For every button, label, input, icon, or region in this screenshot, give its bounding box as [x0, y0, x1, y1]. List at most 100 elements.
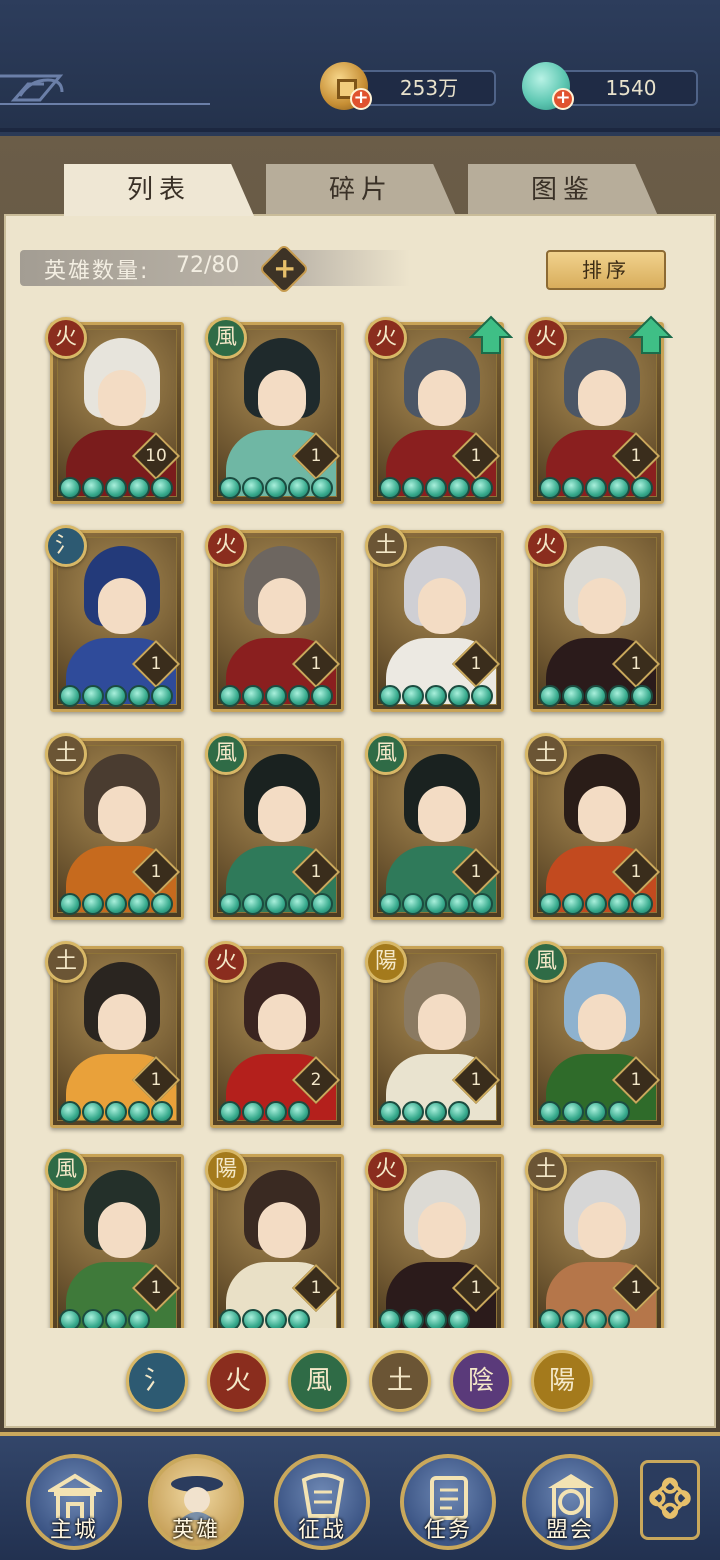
- hero-card[interactable]: 氵1: [45, 525, 184, 712]
- jade-star-icon: [265, 1309, 287, 1328]
- element-filter-5[interactable]: 陰: [450, 1350, 512, 1412]
- jade-star-icon: [105, 685, 127, 707]
- upgrade-arrow-icon: [469, 315, 513, 354]
- add-copper-icon[interactable]: +: [350, 88, 372, 110]
- nav-label: 盟会: [545, 1518, 594, 1543]
- hero-stars: [219, 685, 333, 711]
- jade-star-icon: [311, 893, 333, 915]
- jade-star-icon: [242, 1101, 264, 1123]
- hero-card[interactable]: 土1: [525, 1149, 664, 1328]
- nav-item-3[interactable]: 征战: [274, 1454, 370, 1550]
- jade-star-icon: [265, 685, 287, 707]
- element-badge: 土: [45, 941, 87, 983]
- hero-card[interactable]: 陽1: [205, 1149, 344, 1328]
- jade-star-icon: [425, 685, 447, 707]
- hero-card[interactable]: 火1: [205, 525, 344, 712]
- menu-knot-icon: [649, 1477, 691, 1519]
- element-filter-4[interactable]: 土: [369, 1350, 431, 1412]
- hero-card[interactable]: 土1: [45, 733, 184, 920]
- hero-stars: [219, 1101, 310, 1127]
- jade-star-icon: [562, 1101, 584, 1123]
- hero-stars: [379, 893, 493, 919]
- element-filter-3[interactable]: 風: [288, 1350, 350, 1412]
- jade-star-icon: [379, 1309, 401, 1328]
- jade-star-icon: [265, 893, 287, 915]
- jade-star-icon: [288, 685, 310, 707]
- hero-stars: [59, 685, 173, 711]
- hero-card[interactable]: 火 10: [45, 317, 184, 504]
- jade-star-icon: [105, 893, 127, 915]
- hero-card[interactable]: 土1: [45, 941, 184, 1128]
- jade-star-icon: [448, 893, 470, 915]
- hero-stars: [539, 1309, 630, 1328]
- element-badge: 火: [45, 317, 87, 359]
- jade-star-icon: [539, 893, 561, 915]
- element-badge: 火: [365, 317, 407, 359]
- nav-item-1[interactable]: 主城: [26, 1454, 122, 1550]
- hero-card[interactable]: 土1: [365, 525, 504, 712]
- upgrade-arrow-icon: [629, 315, 673, 354]
- jade-star-icon: [379, 477, 401, 499]
- nav-item-4[interactable]: 任务: [400, 1454, 496, 1550]
- hero-card[interactable]: 火1: [365, 1149, 504, 1328]
- jade-star-icon: [105, 1309, 127, 1328]
- hero-stars: [379, 685, 493, 711]
- jade-star-icon: [219, 1309, 241, 1328]
- bottom-navigation: 主城 英雄 征战 任务 盟会: [0, 1432, 720, 1560]
- element-badge: 氵: [45, 525, 87, 567]
- jade-star-icon: [151, 477, 173, 499]
- jade-star-icon: [562, 1309, 584, 1328]
- hero-stars: [59, 1309, 150, 1328]
- jade-star-icon: [608, 477, 630, 499]
- element-filter-2[interactable]: 火: [207, 1350, 269, 1412]
- element-badge: 土: [365, 525, 407, 567]
- more-menu-button[interactable]: [640, 1460, 700, 1540]
- jade-star-icon: [585, 1309, 607, 1328]
- hero-stars: [539, 1101, 630, 1127]
- jade-star-icon: [562, 893, 584, 915]
- jade-star-icon: [151, 893, 173, 915]
- hero-card[interactable]: 風1: [525, 941, 664, 1128]
- jade-star-icon: [585, 893, 607, 915]
- jade-star-icon: [242, 893, 264, 915]
- hero-card[interactable]: 陽1: [365, 941, 504, 1128]
- element-filter-6[interactable]: 陽: [531, 1350, 593, 1412]
- hero-card[interactable]: 火1: [365, 315, 513, 504]
- jade-star-icon: [379, 1101, 401, 1123]
- nav-item-2[interactable]: 英雄: [148, 1454, 244, 1550]
- hero-card[interactable]: 火2: [205, 941, 344, 1128]
- hero-stars: [379, 1101, 470, 1127]
- hero-card[interactable]: 風1: [205, 317, 344, 504]
- jade-star-icon: [539, 685, 561, 707]
- jade-star-icon: [82, 1101, 104, 1123]
- nav-item-5[interactable]: 盟会: [522, 1454, 618, 1550]
- element-badge: 土: [45, 733, 87, 775]
- jade-star-icon: [128, 1309, 150, 1328]
- jade-star-icon: [539, 1101, 561, 1123]
- jade-star-icon: [288, 1309, 310, 1328]
- element-badge: 火: [365, 1149, 407, 1191]
- jade-star-icon: [151, 1101, 173, 1123]
- jade-star-icon: [448, 685, 470, 707]
- element-badge: 陽: [205, 1149, 247, 1191]
- jade-star-icon: [219, 1101, 241, 1123]
- nav-label: 征战: [297, 1518, 346, 1543]
- hero-card[interactable]: 火1: [525, 525, 664, 712]
- jade-star-icon: [242, 685, 264, 707]
- tab-list[interactable]: 列表: [64, 164, 254, 216]
- element-badge: 風: [525, 941, 567, 983]
- hero-card[interactable]: 風1: [205, 733, 344, 920]
- hero-card[interactable]: 土1: [525, 733, 664, 920]
- element-badge: 火: [525, 525, 567, 567]
- jade-star-icon: [539, 1309, 561, 1328]
- jade-star-icon: [59, 893, 81, 915]
- hero-card[interactable]: 風1: [365, 733, 504, 920]
- jade-star-icon: [402, 685, 424, 707]
- jade-star-icon: [631, 685, 653, 707]
- hero-card[interactable]: 火1: [525, 315, 673, 504]
- element-filter-1[interactable]: 氵: [126, 1350, 188, 1412]
- add-jade-icon[interactable]: +: [552, 88, 574, 110]
- jade-star-icon: [585, 477, 607, 499]
- hero-card[interactable]: 風1: [45, 1149, 184, 1328]
- element-badge: 土: [525, 1149, 567, 1191]
